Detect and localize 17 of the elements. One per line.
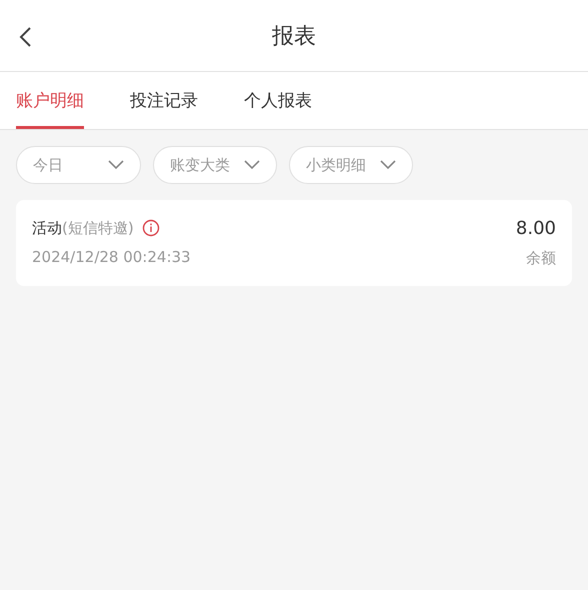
record-amount: 8.00 [516, 218, 556, 239]
tab[interactable]: 个人报表 [244, 72, 312, 129]
tab[interactable]: 投注记录 [130, 72, 198, 129]
record-subcategory: (短信特邀) [62, 219, 134, 237]
back-icon[interactable] [18, 26, 32, 48]
filter-dropdown[interactable]: 小类明细 [289, 146, 413, 184]
tab[interactable]: 账户明细 [16, 72, 84, 129]
chevron-down-icon [244, 160, 260, 170]
record-category: 活动 [32, 219, 62, 237]
chevron-down-icon [380, 160, 396, 170]
amount-label: 余额 [526, 249, 556, 268]
page-title: 报表 [272, 22, 316, 50]
filter-dropdown[interactable]: 账变大类 [153, 146, 277, 184]
record-time: 2024/12/28 00:24:33 [32, 248, 191, 266]
chevron-down-icon [108, 160, 124, 170]
info-icon[interactable] [142, 219, 160, 237]
filter-dropdown[interactable]: 今日 [16, 146, 141, 184]
